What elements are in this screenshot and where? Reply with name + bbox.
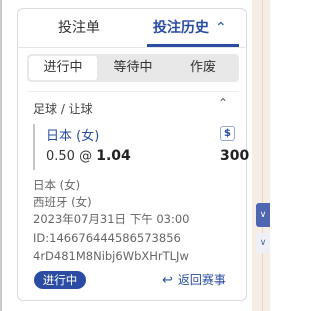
bet-ref-code: 4rD481M8Nibj6WbXHrTLJw bbox=[33, 249, 189, 263]
tab-bet-slip[interactable]: 投注单 bbox=[58, 9, 100, 47]
status-filter: 进行中 等待中 作废 bbox=[27, 54, 239, 82]
at-symbol: @ bbox=[79, 149, 93, 164]
status-badge: 进行中 bbox=[34, 271, 86, 289]
chevron-up-icon[interactable]: ⌃ bbox=[215, 9, 227, 47]
filter-pending[interactable]: 等待中 bbox=[99, 56, 167, 80]
active-tab-indicator bbox=[147, 44, 239, 47]
home-team: 日本 (女) bbox=[33, 178, 81, 192]
tab-bet-history[interactable]: 投注历史 ⌃ bbox=[153, 9, 227, 47]
stake-amount: 300 bbox=[220, 148, 250, 164]
back-to-event-link[interactable]: ↩ 返回赛事 bbox=[162, 271, 226, 288]
back-to-event-label: 返回赛事 bbox=[177, 273, 226, 287]
return-arrow-icon: ↩ bbox=[162, 273, 173, 288]
divider bbox=[27, 91, 239, 92]
chevron-down-small-icon[interactable]: ∨ bbox=[256, 233, 270, 253]
sport-market-label: 足球 / 让球 bbox=[33, 102, 93, 116]
bet-id: ID:146676444586573856 bbox=[33, 231, 181, 245]
chevron-down-icon[interactable]: ∨ bbox=[256, 203, 270, 227]
bet-slip-panel: 投注单 投注历史 ⌃ 进行中 等待中 作废 足球 / 让球 ⌃ 日本 (女) $ … bbox=[17, 8, 249, 301]
match-datetime: 2023年07月31日 下午 03:00 bbox=[33, 212, 190, 226]
handicap-value: 0.50 bbox=[46, 149, 75, 164]
tab-bet-history-label: 投注历史 bbox=[153, 20, 209, 36]
tab-bar: 投注单 投注历史 ⌃ bbox=[18, 9, 246, 48]
filter-in-progress[interactable]: 进行中 bbox=[29, 56, 97, 80]
odds-value: 1.04 bbox=[96, 148, 131, 164]
side-strip: ∨ ∨ bbox=[252, 0, 270, 311]
filter-void[interactable]: 作废 bbox=[169, 56, 237, 80]
cashout-icon[interactable]: $ bbox=[220, 126, 235, 141]
chevron-up-icon[interactable]: ⌃ bbox=[218, 96, 228, 110]
away-team: 西班牙 (女) bbox=[33, 195, 92, 209]
handicap-odds: 0.50 @ 1.04 bbox=[46, 148, 131, 164]
left-edge-divider bbox=[0, 0, 2, 311]
bet-selection: 日本 (女) $ 0.50 @ 1.04 300 bbox=[33, 124, 249, 170]
side-strip-line bbox=[262, 0, 263, 311]
selected-team: 日本 (女) bbox=[46, 129, 100, 144]
